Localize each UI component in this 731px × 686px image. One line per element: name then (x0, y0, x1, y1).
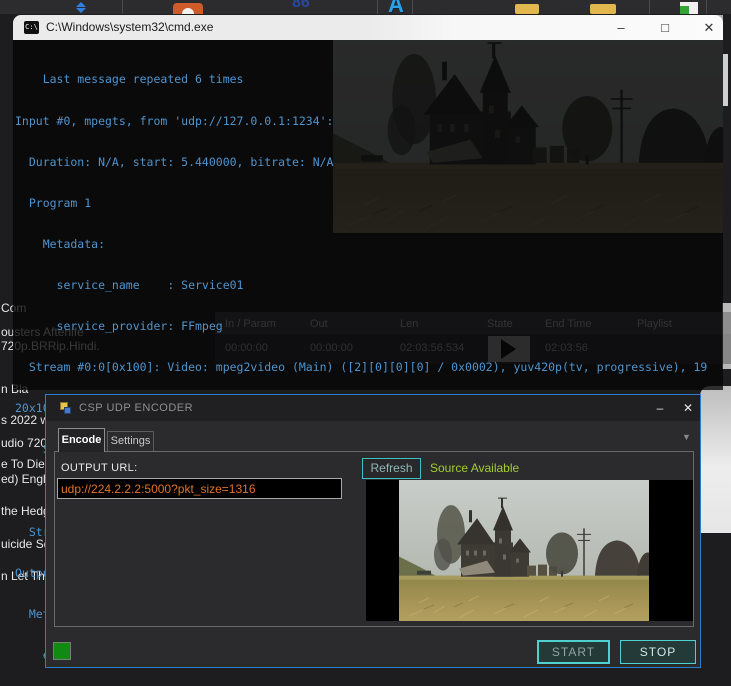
close-button[interactable]: ✕ (674, 395, 702, 421)
terminal-line: Input #0, mpegts, from 'udp://127.0.0.1:… (15, 113, 334, 128)
terminal-line: Metadata: (15, 236, 106, 251)
cmd-window: Last message repeated 6 times Input #0, … (13, 15, 723, 662)
desktop: 86 A In / Param Out Len State End Time P… (0, 0, 731, 686)
chevron-down-icon[interactable]: ▼ (682, 432, 691, 442)
refresh-button[interactable]: Refresh (362, 458, 421, 479)
cmd-titlebar[interactable]: C:\ C:\Windows\system32\cmd.exe – □ ✕ (13, 15, 723, 40)
background-scrollbar (723, 54, 728, 106)
stop-button[interactable]: STOP (620, 640, 696, 664)
close-button[interactable]: ✕ (689, 15, 729, 40)
tab-encode[interactable]: Encode (58, 428, 105, 452)
orange-app-icon (173, 3, 203, 14)
app-form-icon (60, 402, 72, 414)
minimize-button[interactable]: – (646, 395, 674, 421)
green-doc-icon (680, 2, 698, 14)
tab-settings[interactable]: Settings (107, 431, 154, 451)
letter-a-icon: A (388, 0, 404, 14)
output-url-label: OUTPUT URL: (61, 462, 138, 474)
terminal-line: Last message repeated 6 times (15, 72, 244, 87)
maximize-button[interactable]: □ (645, 15, 685, 40)
minimize-button[interactable]: – (601, 15, 641, 40)
start-button[interactable]: START (537, 640, 610, 664)
status-indicator (53, 642, 71, 660)
dialog-title: CSP UDP ENCODER (79, 402, 194, 414)
terminal-line: service_provider: FFmpeg (15, 319, 223, 334)
binoculars-86-icon: 86 (292, 0, 310, 11)
video-preview (366, 480, 693, 621)
background-toolbar: 86 A (0, 0, 731, 14)
terminal-line: Stream #0:0[0x100]: Video: mpeg2video (M… (15, 360, 708, 375)
source-status-text: Source Available (430, 461, 520, 475)
output-url-input[interactable] (57, 478, 342, 499)
dialog-titlebar[interactable]: CSP UDP ENCODER – ✕ (46, 395, 700, 421)
folder-icon (590, 4, 616, 14)
cmd-icon: C:\ (24, 21, 39, 34)
terminal-line: Program 1 (15, 195, 92, 210)
folder-icon (515, 4, 539, 14)
cmd-window-title: C:\Windows\system32\cmd.exe (46, 20, 214, 34)
encoder-dialog: CSP UDP ENCODER – ✕ Encode Settings ▼ OU… (45, 394, 701, 668)
terminal-line: Duration: N/A, start: 5.440000, bitrate:… (15, 154, 334, 169)
terminal-line: service_name : Service01 (15, 277, 244, 292)
sort-arrows-icon (76, 2, 86, 13)
